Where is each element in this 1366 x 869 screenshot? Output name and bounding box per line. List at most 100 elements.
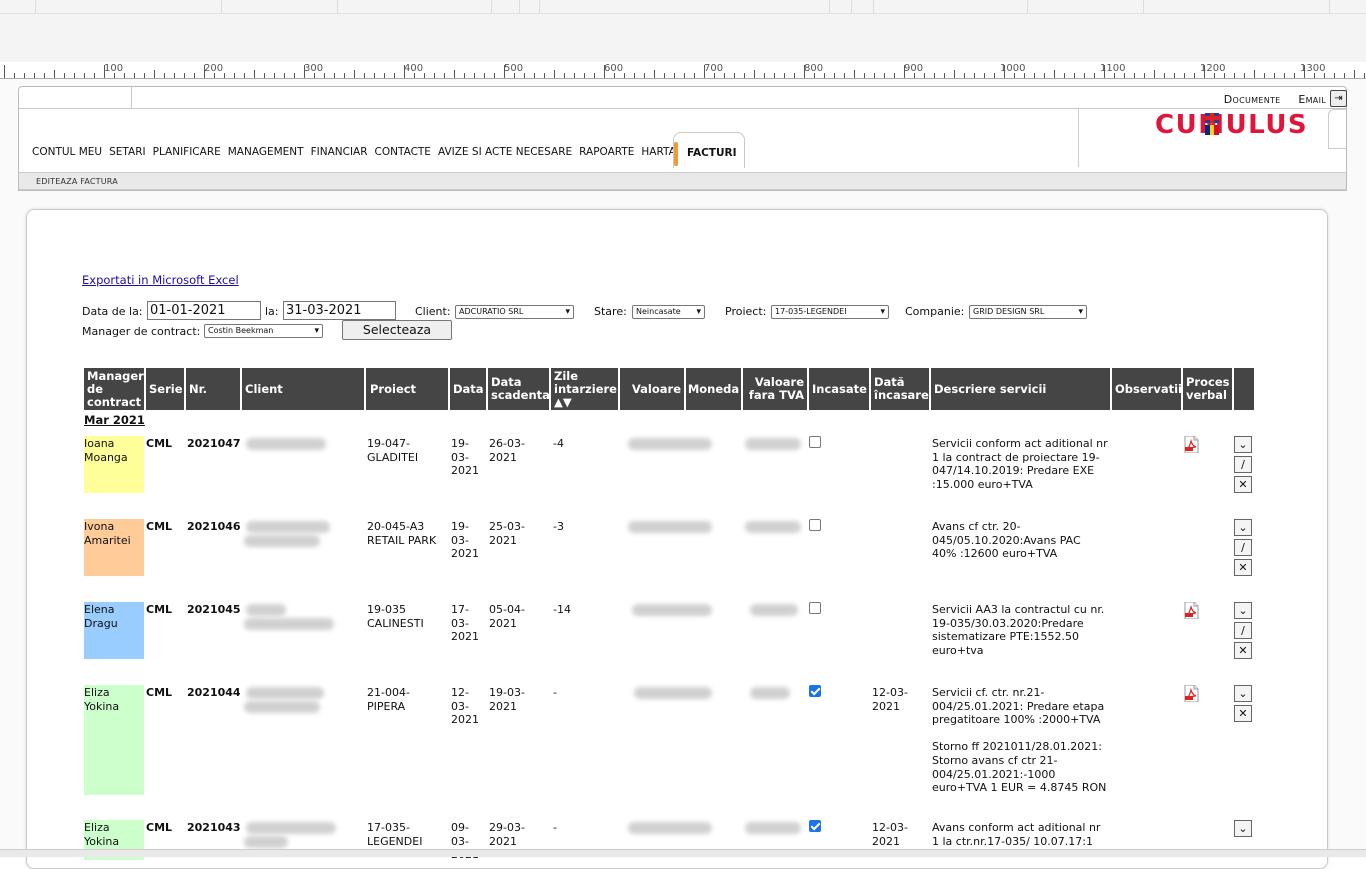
expand-icon[interactable]: ⌄ — [1234, 602, 1252, 619]
col-descriere-servicii[interactable]: Descriere servicii — [931, 368, 1110, 410]
delete-icon[interactable]: ✕ — [1234, 476, 1252, 493]
valoare-fara-tva-cell — [745, 822, 801, 834]
email-link[interactable]: Email — [1298, 93, 1326, 106]
manager-select[interactable]: Costin Beekman ▾ — [204, 324, 323, 338]
col-zile-intarziere[interactable]: Zile intarziere ▲▼ — [551, 368, 618, 410]
invoice-number-cell[interactable]: 2021045 — [187, 603, 241, 617]
ruler-label: 300 — [304, 63, 324, 74]
menu-item-planificare[interactable]: PLANIFICARE — [153, 146, 221, 158]
invoice-number-cell[interactable]: 2021047 — [187, 437, 241, 451]
proiect-select[interactable]: 17-035-LEGENDEI ▾ — [771, 305, 889, 319]
ruler-tick — [1264, 73, 1265, 78]
expand-icon[interactable]: ⌄ — [1234, 519, 1252, 536]
ruler-tick — [364, 73, 365, 78]
menu-item-rapoarte[interactable]: RAPOARTE — [579, 146, 634, 158]
companie-select[interactable]: GRID DESIGN SRL ▾ — [969, 305, 1087, 319]
ruler-label: 900 — [904, 63, 924, 74]
col-data[interactable]: Data — [450, 368, 486, 410]
stare-select[interactable]: Neincasate ▾ — [632, 305, 705, 319]
client-cell — [244, 618, 334, 630]
pdf-icon[interactable] — [1184, 684, 1199, 703]
menu-item-avize-si-acte-necesare[interactable]: AVIZE SI ACTE NECESARE — [438, 146, 572, 158]
ruler-tick — [824, 73, 825, 78]
col-valoare-fara-tva[interactable]: Valoare fara TVA — [743, 368, 807, 410]
subnav-editeaza-factura[interactable]: EDITEAZA FACTURA — [36, 177, 118, 186]
delete-icon[interactable]: ✕ — [1234, 559, 1252, 576]
ruler-tick — [264, 73, 265, 78]
col-serie[interactable]: Serie — [146, 368, 184, 410]
menu-item-harta[interactable]: HARTA — [641, 146, 675, 158]
delete-icon[interactable]: ✕ — [1234, 705, 1252, 722]
ruler-label: 100 — [104, 63, 124, 74]
col-moneda[interactable]: Moneda — [686, 368, 741, 410]
ruler-tick — [154, 70, 155, 78]
col-proiect[interactable]: Proiect — [366, 368, 448, 410]
ruler-tick — [1154, 70, 1155, 78]
valoare-fara-tva-cell — [750, 604, 798, 616]
expand-icon[interactable]: ⌄ — [1234, 436, 1252, 453]
incasat-checkbox[interactable] — [809, 685, 821, 697]
ruler-tick — [994, 73, 995, 78]
invoice-number-cell[interactable]: 2021043 — [187, 821, 241, 835]
ruler-tick — [344, 73, 345, 78]
ruler-tick — [954, 70, 955, 78]
selecteaza-button[interactable]: Selecteaza — [342, 320, 452, 340]
menu-item-contul-meu[interactable]: CONTUL MEU — [32, 146, 102, 158]
date-to-input[interactable]: 31-03-2021 — [283, 301, 396, 320]
menu-item-setari[interactable]: SETARI — [109, 146, 145, 158]
ruler-tick — [794, 73, 795, 78]
client-cell — [244, 535, 320, 547]
bottom-scrollbar[interactable] — [0, 849, 1366, 857]
pdf-icon[interactable] — [1184, 435, 1199, 454]
client-select[interactable]: ADCURATIO SRL ▾ — [455, 305, 574, 319]
incasat-checkbox[interactable] — [809, 602, 821, 614]
ruler-tick — [944, 73, 945, 78]
col-data-scadenta[interactable]: Data scadenta — [488, 368, 550, 410]
documente-link[interactable]: Documente — [1224, 93, 1281, 106]
ruler-tick — [1044, 73, 1045, 78]
ruler: 100 200 300 400 500 600 700 800 900 1000 1100 1200 1… — [0, 62, 1366, 79]
delete-icon[interactable]: ✕ — [1234, 642, 1252, 659]
ruler-tick — [1144, 73, 1145, 78]
ruler-tick — [874, 73, 875, 78]
edit-icon[interactable]: ∕ — [1234, 622, 1252, 639]
pdf-icon[interactable] — [1184, 601, 1199, 620]
ruler-tick — [544, 73, 545, 78]
menu-item-management[interactable]: MANAGEMENT — [228, 146, 304, 158]
menu-item-contacte[interactable]: CONTACTE — [375, 146, 431, 158]
ruler-tick — [294, 73, 295, 78]
col-valoare[interactable]: Valoare — [620, 368, 684, 410]
expand-icon[interactable]: ⌄ — [1234, 820, 1252, 837]
col-manager[interactable]: Manager de contract — [84, 368, 144, 410]
manager-cell: Ivona Amaritei — [84, 519, 144, 576]
data-scadenta-cell: 25-03- 2021 — [489, 520, 525, 547]
invoice-number-cell[interactable]: 2021046 — [187, 520, 241, 534]
proiect-cell: 20-045-A3 RETAIL PARK — [367, 520, 437, 547]
logout-icon[interactable]: ⇥ — [1330, 90, 1347, 107]
col-observatii[interactable]: Observatii — [1112, 368, 1182, 410]
col-data-incasare[interactable]: Dată încasare — [871, 368, 929, 410]
col-client[interactable]: Client — [242, 368, 364, 410]
manager-cell: Eliza Yokina — [84, 685, 144, 795]
edit-icon[interactable]: ∕ — [1234, 539, 1252, 556]
col-nr[interactable]: Nr. — [186, 368, 240, 410]
incasat-checkbox[interactable] — [809, 820, 821, 832]
export-excel-link[interactable]: Exportati in Microsoft Excel — [82, 273, 239, 287]
incasat-checkbox[interactable] — [809, 519, 821, 531]
date-from-input[interactable]: 01-01-2021 — [147, 301, 261, 320]
language-flag-icon[interactable] — [1205, 113, 1220, 135]
browser-top-strip — [0, 0, 1366, 62]
col-incasate[interactable]: Incasate — [809, 368, 869, 410]
tab-facturi[interactable]: FACTURI — [673, 132, 745, 168]
incasat-checkbox[interactable] — [809, 436, 821, 448]
zile-intarziere-cell: -4 — [553, 437, 564, 450]
ruler-tick — [924, 73, 925, 78]
invoice-number-cell[interactable]: 2021044 — [187, 686, 241, 700]
ruler-tick — [244, 73, 245, 78]
menu-item-financiar[interactable]: FINANCIAR — [311, 146, 368, 158]
expand-icon[interactable]: ⌄ — [1234, 685, 1252, 702]
ruler-label: 500 — [504, 63, 524, 74]
manager-label: Manager de contract: — [82, 325, 201, 338]
col-proces-verbal[interactable]: Proces verbal — [1183, 368, 1232, 410]
edit-icon[interactable]: ∕ — [1234, 456, 1252, 473]
